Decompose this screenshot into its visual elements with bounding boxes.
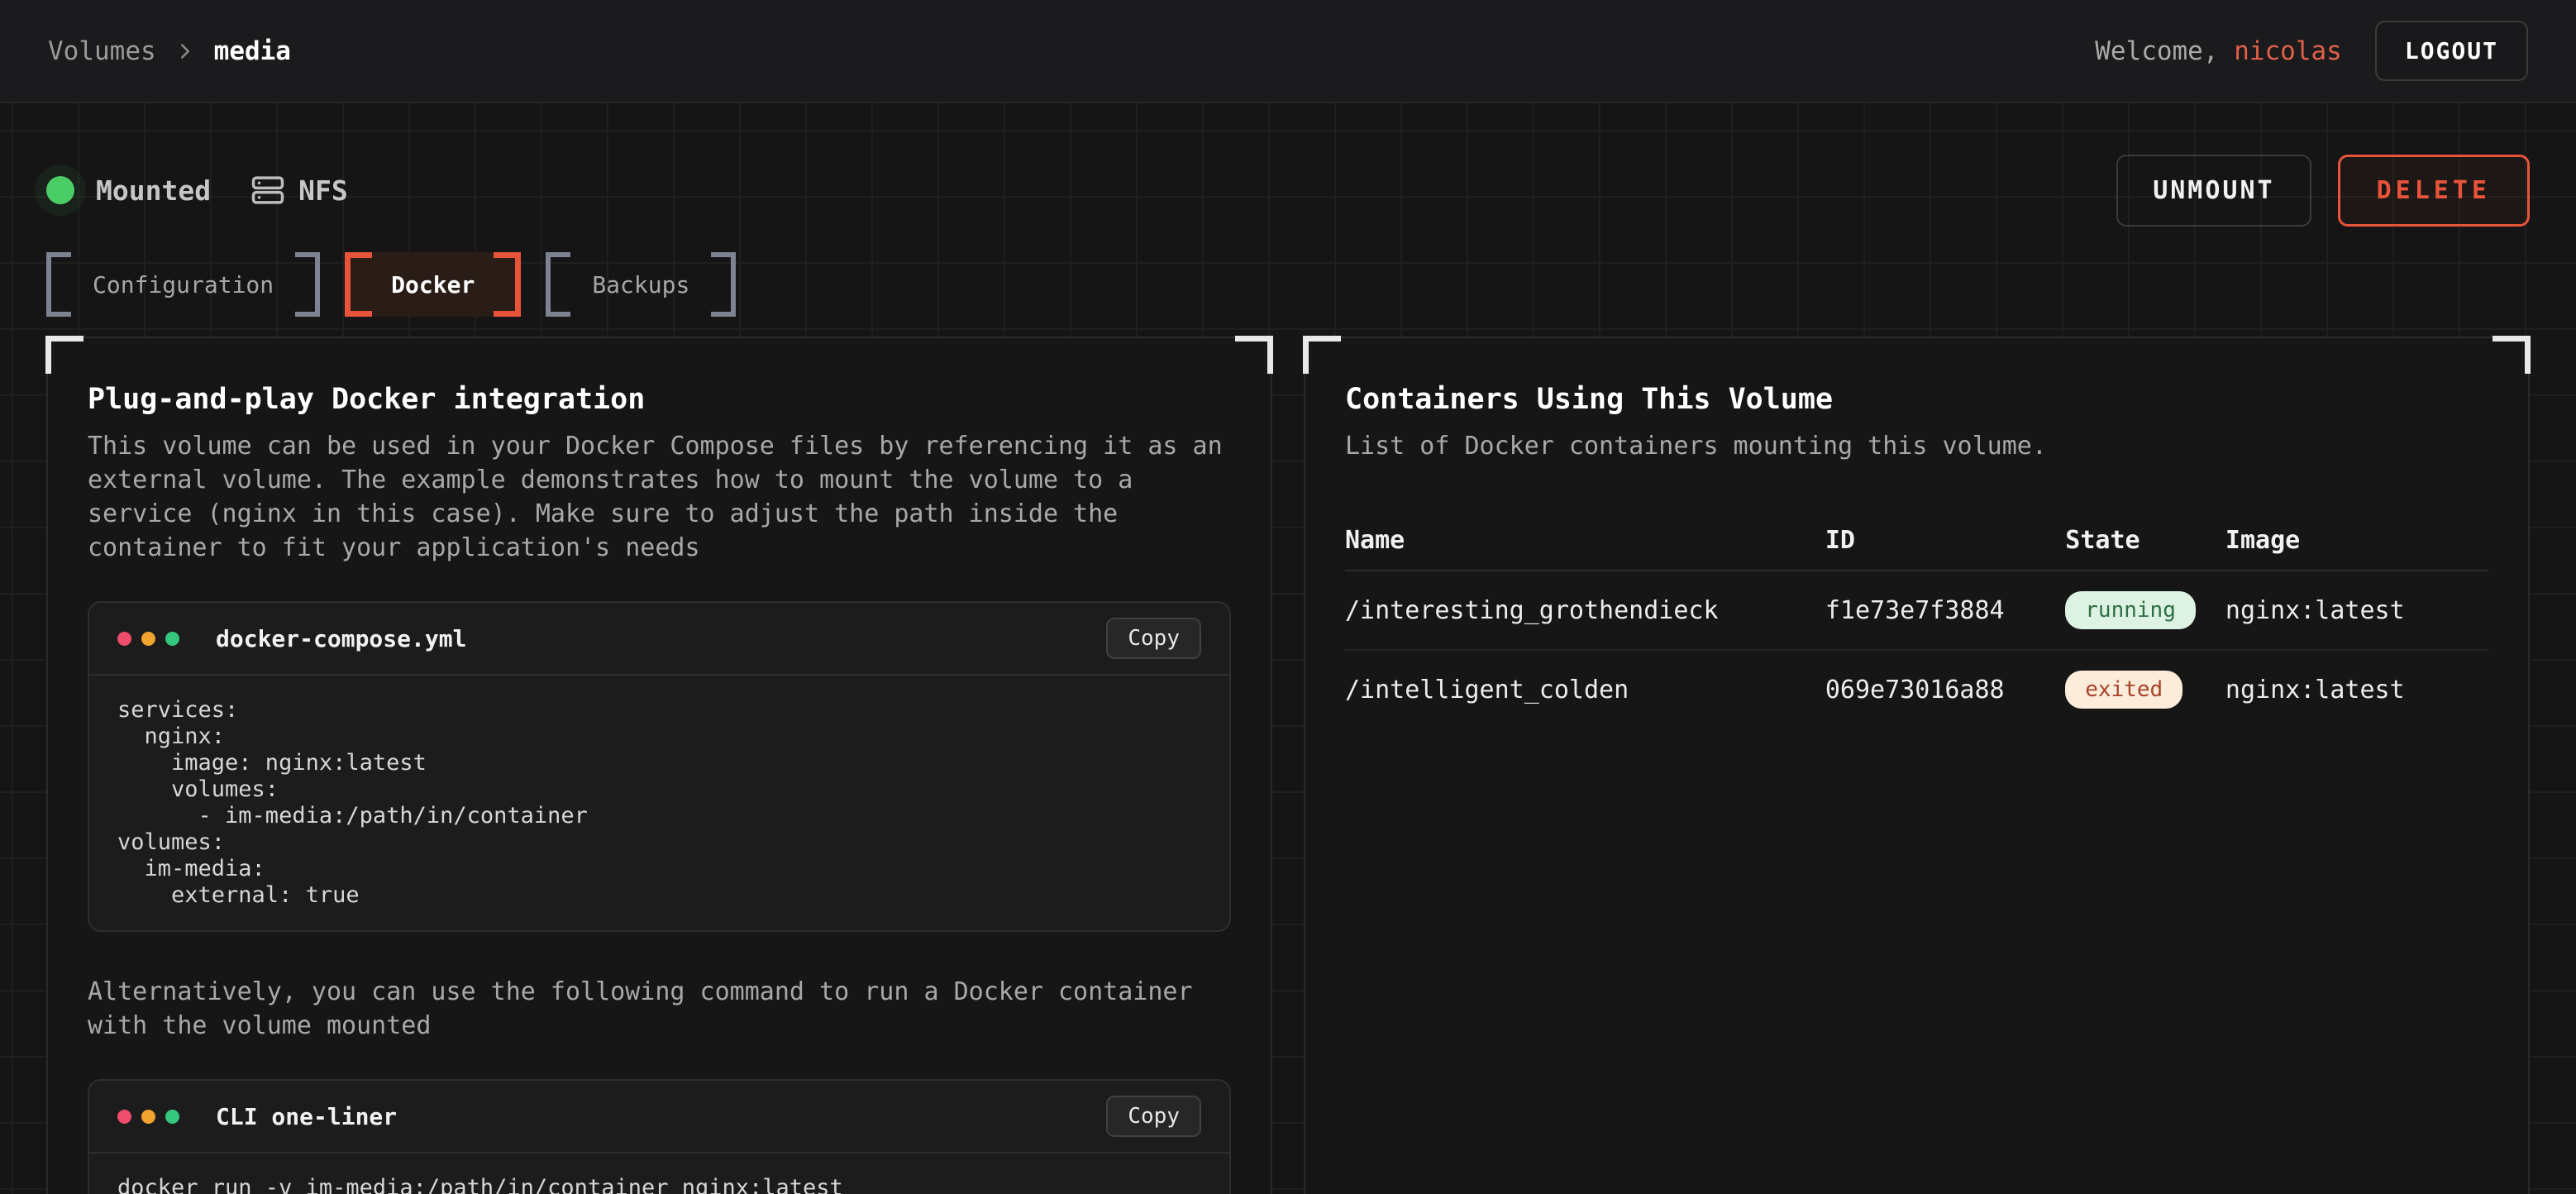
chevron-right-icon	[173, 39, 198, 64]
breadcrumb-current: media	[214, 36, 291, 66]
red-dot-icon	[117, 1110, 131, 1124]
delete-button[interactable]: DELETE	[2338, 155, 2530, 227]
fs-type-label: NFS	[298, 174, 348, 207]
cli-copy-button[interactable]: Copy	[1106, 1096, 1201, 1137]
green-dot-icon	[165, 1110, 179, 1124]
panel-corner-icon	[1235, 336, 1273, 374]
cli-code-header: CLI one-liner Copy	[89, 1081, 1229, 1153]
panel-corner-icon	[2493, 336, 2531, 374]
compose-filename: docker-compose.yml	[216, 625, 466, 652]
docker-integration-panel: Plug-and-play Docker integration This vo…	[46, 337, 1272, 1194]
panel-corner-icon	[45, 336, 83, 374]
cli-filename: CLI one-liner	[216, 1103, 397, 1130]
panel-corner-icon	[1303, 336, 1341, 374]
state-badge: exited	[2065, 671, 2182, 709]
container-state: exited	[2065, 650, 2225, 728]
docker-panel-title: Plug-and-play Docker integration	[88, 383, 1231, 416]
breadcrumb-volumes-link[interactable]: Volumes	[48, 36, 156, 66]
table-header-row: Name ID State Image	[1345, 511, 2488, 571]
welcome-text: Welcome, nicolas	[2095, 36, 2342, 66]
container-name: /interesting_grothendieck	[1345, 571, 1825, 650]
compose-copy-button[interactable]: Copy	[1106, 618, 1201, 659]
containers-panel-subtitle: List of Docker containers mounting this …	[1345, 429, 2488, 463]
cli-code-text: docker run -v im-media:/path/in/containe…	[117, 1175, 1201, 1194]
container-image: nginx:latest	[2225, 650, 2488, 728]
tab-docker[interactable]: Docker	[345, 252, 521, 317]
container-name: /intelligent_colden	[1345, 650, 1825, 728]
state-badge: running	[2065, 591, 2196, 629]
docker-panel-description: This volume can be used in your Docker C…	[88, 429, 1231, 565]
amber-dot-icon	[141, 632, 155, 646]
containers-panel-title: Containers Using This Volume	[1345, 383, 2488, 416]
tab-configuration[interactable]: Configuration	[46, 252, 320, 317]
col-header-image: Image	[2225, 511, 2488, 571]
cli-code-body: docker run -v im-media:/path/in/containe…	[89, 1153, 1229, 1194]
top-bar: Volumes media Welcome, nicolas LOGOUT	[0, 0, 2576, 103]
main-content: Mounted NFS UNMOUNT DELETE Configuration…	[0, 103, 2576, 1194]
tab-backups[interactable]: Backups	[546, 252, 736, 317]
breadcrumb: Volumes media	[48, 36, 291, 66]
col-header-name: Name	[1345, 511, 1825, 571]
table-row: /interesting_grothendieck f1e73e7f3884 r…	[1345, 571, 2488, 650]
cli-code-block: CLI one-liner Copy docker run -v im-medi…	[88, 1079, 1231, 1194]
volume-status-group: Mounted NFS	[46, 173, 348, 208]
container-id: 069e73016a88	[1825, 650, 2065, 728]
unmount-button[interactable]: UNMOUNT	[2116, 155, 2311, 227]
logout-button[interactable]: LOGOUT	[2375, 21, 2528, 81]
cli-intro-text: Alternatively, you can use the following…	[88, 975, 1231, 1043]
container-image: nginx:latest	[2225, 571, 2488, 650]
col-header-state: State	[2065, 511, 2225, 571]
volume-status-row: Mounted NFS UNMOUNT DELETE	[46, 155, 2530, 226]
compose-code-header: docker-compose.yml Copy	[89, 603, 1229, 676]
server-stack-icon	[250, 173, 285, 208]
window-dots	[117, 632, 179, 646]
mounted-status-dot-icon	[46, 176, 74, 204]
green-dot-icon	[165, 632, 179, 646]
mount-status-label: Mounted	[96, 174, 211, 207]
container-state: running	[2065, 571, 2225, 650]
amber-dot-icon	[141, 1110, 155, 1124]
table-row: /intelligent_colden 069e73016a88 exited …	[1345, 650, 2488, 728]
compose-code-body: services: nginx: image: nginx:latest vol…	[89, 676, 1229, 930]
volume-actions: UNMOUNT DELETE	[2116, 155, 2530, 227]
containers-table: Name ID State Image /interesting_grothen…	[1345, 511, 2488, 728]
top-bar-right: Welcome, nicolas LOGOUT	[2095, 21, 2528, 81]
fs-type-group: NFS	[250, 173, 348, 208]
containers-panel: Containers Using This Volume List of Doc…	[1304, 337, 2530, 1194]
container-id: f1e73e7f3884	[1825, 571, 2065, 650]
col-header-id: ID	[1825, 511, 2065, 571]
compose-code-text: services: nginx: image: nginx:latest vol…	[117, 697, 1201, 909]
window-dots	[117, 1110, 179, 1124]
compose-code-block: docker-compose.yml Copy services: nginx:…	[88, 601, 1231, 932]
tab-bar: Configuration Docker Backups	[46, 252, 2530, 317]
username: nicolas	[2234, 36, 2342, 66]
containers-table-wrap: Name ID State Image /interesting_grothen…	[1345, 511, 2488, 728]
red-dot-icon	[117, 632, 131, 646]
panels-row: Plug-and-play Docker integration This vo…	[46, 337, 2530, 1194]
